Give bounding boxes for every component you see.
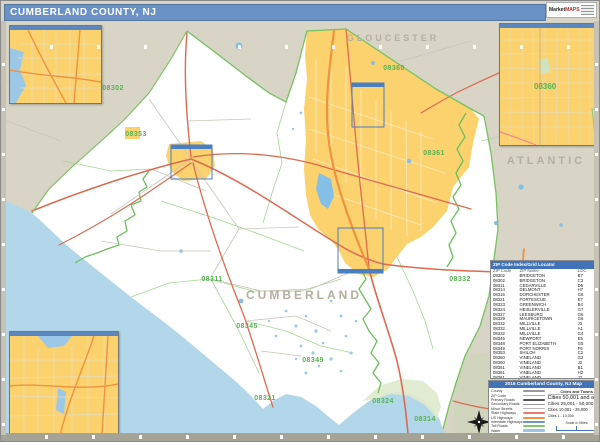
legend-item-swatch	[523, 421, 545, 423]
scale-label: Scale in Miles	[548, 421, 599, 425]
zip-label: 08349	[302, 357, 323, 364]
map-sheet: GLOUCESTER ATLANTIC CUMBERLAND 08302 08353 08…	[0, 0, 600, 442]
legend-road-items: CountyZIP CodePrimary RoadsSecondary Roa…	[491, 389, 545, 433]
legend-item-label: Primary Roads	[491, 398, 515, 402]
zip-table-cell: VINELAND	[520, 376, 578, 379]
inset-map-bridgeton	[9, 25, 102, 104]
zip-label: 08302	[102, 85, 123, 92]
legend-item-swatch	[523, 425, 545, 427]
scale-bar: Scale in Miles	[548, 421, 599, 431]
grid-ticks-top	[6, 45, 596, 49]
legend-item-swatch	[523, 412, 545, 414]
zip-label: 08361	[423, 150, 444, 157]
grid-ticks-left	[1, 21, 6, 435]
grid-ticks-right	[594, 21, 599, 435]
zip-table-rows: 08302BRIDGETONB708302BRIDGETONC308311CED…	[491, 274, 597, 379]
legend-item-label: Minor Streets	[491, 407, 512, 411]
legend-header: 2016 Cumberland County, NJ Map	[489, 381, 598, 388]
legend-item-swatch	[523, 395, 545, 396]
legend-item-label: ZIP Code	[491, 394, 506, 398]
zip-table-cell: J2	[578, 376, 595, 379]
zip-label: 08324	[372, 398, 393, 405]
legend-item-label: Toll Roads	[491, 424, 508, 428]
zip-table-row: 08361VINELANDJ2	[491, 376, 597, 379]
logo-address-block	[581, 5, 594, 15]
legend-item-label: US Highways	[491, 416, 513, 420]
title-bar: CUMBERLAND COUNTY, NJ	[4, 4, 546, 21]
city-size-classes: Cities 50,001 and aboveCities 25,001 - 5…	[548, 395, 599, 419]
legend-item-label: Interstate Highways	[491, 420, 523, 424]
zip-label: 08345	[236, 323, 257, 330]
legend-item-swatch	[523, 404, 545, 405]
zip-label: 08311	[201, 276, 222, 283]
map-legend: 2016 Cumberland County, NJ Map CountyZIP…	[488, 380, 599, 437]
legend-item-swatch	[523, 417, 545, 419]
zip-code-index-table: ZIP Code Index/Grid Locator ZIP Code ZIP…	[490, 260, 598, 379]
inset-map-millville	[9, 331, 119, 436]
zip-label: 08314	[414, 416, 435, 423]
map-title: CUMBERLAND COUNTY, NJ	[5, 7, 157, 18]
legend-item-label: State Highways	[491, 411, 516, 415]
county-label: CUMBERLAND	[246, 288, 362, 302]
brand-text: MarketMAPS	[549, 8, 580, 13]
zip-label: 08360	[383, 65, 404, 72]
inset-map-vineland: 08360	[499, 23, 599, 146]
legend-item-swatch	[523, 399, 545, 401]
zip-label: 08353	[125, 131, 146, 138]
legend-item-swatch	[523, 408, 545, 409]
county-label: ATLANTIC	[507, 155, 585, 167]
legend-item-swatch	[523, 429, 545, 432]
zip-label: 08332	[449, 276, 470, 283]
zip-table-cell: 08361	[493, 376, 520, 379]
grid-ticks-bottom	[1, 433, 600, 441]
inset-zip-label: 08360	[534, 82, 556, 91]
legend-item-label: Secondary Roads	[491, 402, 520, 406]
legend-item-label: County	[491, 389, 502, 393]
county-label: GLOUCESTER	[347, 33, 440, 43]
publisher-logo: MarketMAPS	[546, 2, 597, 18]
zip-label: 08321	[254, 395, 275, 402]
city-class-label: Cities 1 - 10,000	[548, 413, 599, 419]
legend-item-swatch	[523, 390, 545, 392]
